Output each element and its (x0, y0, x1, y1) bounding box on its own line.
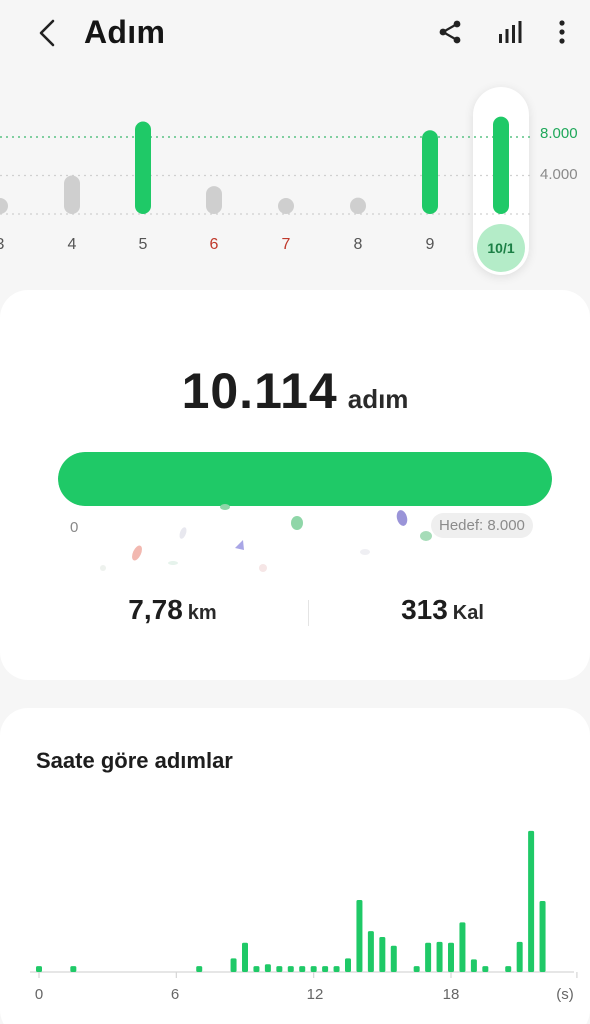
hour-bar (505, 966, 512, 972)
day-bar-5[interactable] (135, 121, 151, 214)
share-icon[interactable] (434, 16, 466, 48)
hour-bar (322, 966, 329, 972)
progress-start-label: 0 (70, 519, 79, 536)
hour-bar (276, 966, 283, 972)
hour-bar (528, 830, 535, 972)
day-label-6[interactable]: 6 (194, 236, 234, 254)
more-vertical-icon[interactable] (546, 16, 578, 48)
hour-bar (516, 941, 523, 972)
hour-bar (253, 966, 260, 972)
hour-bar (413, 966, 420, 972)
confetti-decoration (100, 504, 432, 572)
hour-bar (264, 964, 271, 972)
hour-bar (196, 966, 203, 972)
day-label-3[interactable]: 3 (0, 236, 20, 254)
steps-unit: adım (347, 384, 409, 414)
selected-day-badge[interactable]: 10/1 (477, 224, 525, 272)
goal-progress-fill (58, 452, 552, 506)
bar-chart-icon[interactable] (494, 16, 526, 48)
hour-bar (459, 922, 466, 972)
hour-bar (470, 959, 477, 972)
y-tick-mid: 4.000 (540, 166, 578, 183)
hour-bar (287, 966, 294, 972)
day-label-5[interactable]: 5 (123, 236, 163, 254)
day-bar-3[interactable] (0, 198, 8, 214)
day-label-8[interactable]: 8 (338, 236, 378, 254)
hour-bar (482, 966, 489, 972)
day-label-7[interactable]: 7 (266, 236, 306, 254)
day-bar-9[interactable] (422, 130, 438, 214)
day-bar-10-1[interactable] (493, 116, 509, 214)
day-bar-4[interactable] (64, 175, 80, 214)
app-bar: Adım (0, 0, 590, 68)
x-tick-0: 0 (34, 986, 44, 1003)
hour-bar (390, 945, 397, 972)
calories-unit: Kal (452, 602, 484, 624)
goal-progress-bar (58, 452, 552, 506)
calories-value: 313 (401, 594, 448, 625)
distance-unit: km (187, 602, 217, 624)
hour-bar (367, 931, 374, 972)
hourly-steps-chart[interactable] (0, 708, 590, 1008)
x-unit-label: (s) (556, 986, 574, 1003)
steps-count: 10.114 (181, 363, 338, 419)
day-bar-6[interactable] (206, 186, 222, 214)
steps-summary-card: 10.114 adım 0 Hedef: 8.000 7,78 km 313 Kal (0, 290, 590, 680)
hourly-steps-card: Saate göre adımlar 0 6 12 18 (s) (0, 708, 590, 1024)
x-tick-6: 6 (170, 986, 180, 1003)
hour-bar (310, 966, 317, 972)
distance-value: 7,78 (128, 594, 183, 625)
distance-stat: 7,78 km (25, 594, 320, 626)
x-tick-18: 18 (442, 986, 460, 1003)
hour-bar (425, 942, 432, 972)
hour-bar (345, 958, 351, 972)
hour-bar (539, 900, 546, 972)
hour-bar (448, 942, 454, 972)
daily-steps-chart[interactable]: 8.000 4.000 3 4 5 6 7 8 9 10/1 (0, 80, 590, 280)
day-bar-7[interactable] (278, 198, 294, 214)
page-title: Adım (84, 14, 166, 50)
calories-stat: 313 Kal (295, 594, 590, 626)
day-label-4[interactable]: 4 (52, 236, 92, 254)
hour-bar (379, 936, 386, 972)
hour-bar (36, 966, 42, 972)
steps-total: 10.114 adım (0, 362, 590, 420)
hour-bar (436, 941, 443, 972)
hour-bar (333, 966, 340, 972)
hour-bar (356, 899, 363, 972)
day-bar-8[interactable] (350, 197, 366, 214)
hour-bar (299, 966, 306, 972)
goal-chip[interactable]: Hedef: 8.000 (431, 513, 533, 538)
hour-bar (230, 958, 237, 972)
x-tick-12: 12 (306, 986, 324, 1003)
hour-bar (242, 942, 248, 972)
y-tick-goal: 8.000 (540, 125, 578, 142)
hour-bar (70, 966, 77, 972)
back-arrow-icon[interactable] (32, 16, 62, 50)
day-label-9[interactable]: 9 (410, 236, 450, 254)
